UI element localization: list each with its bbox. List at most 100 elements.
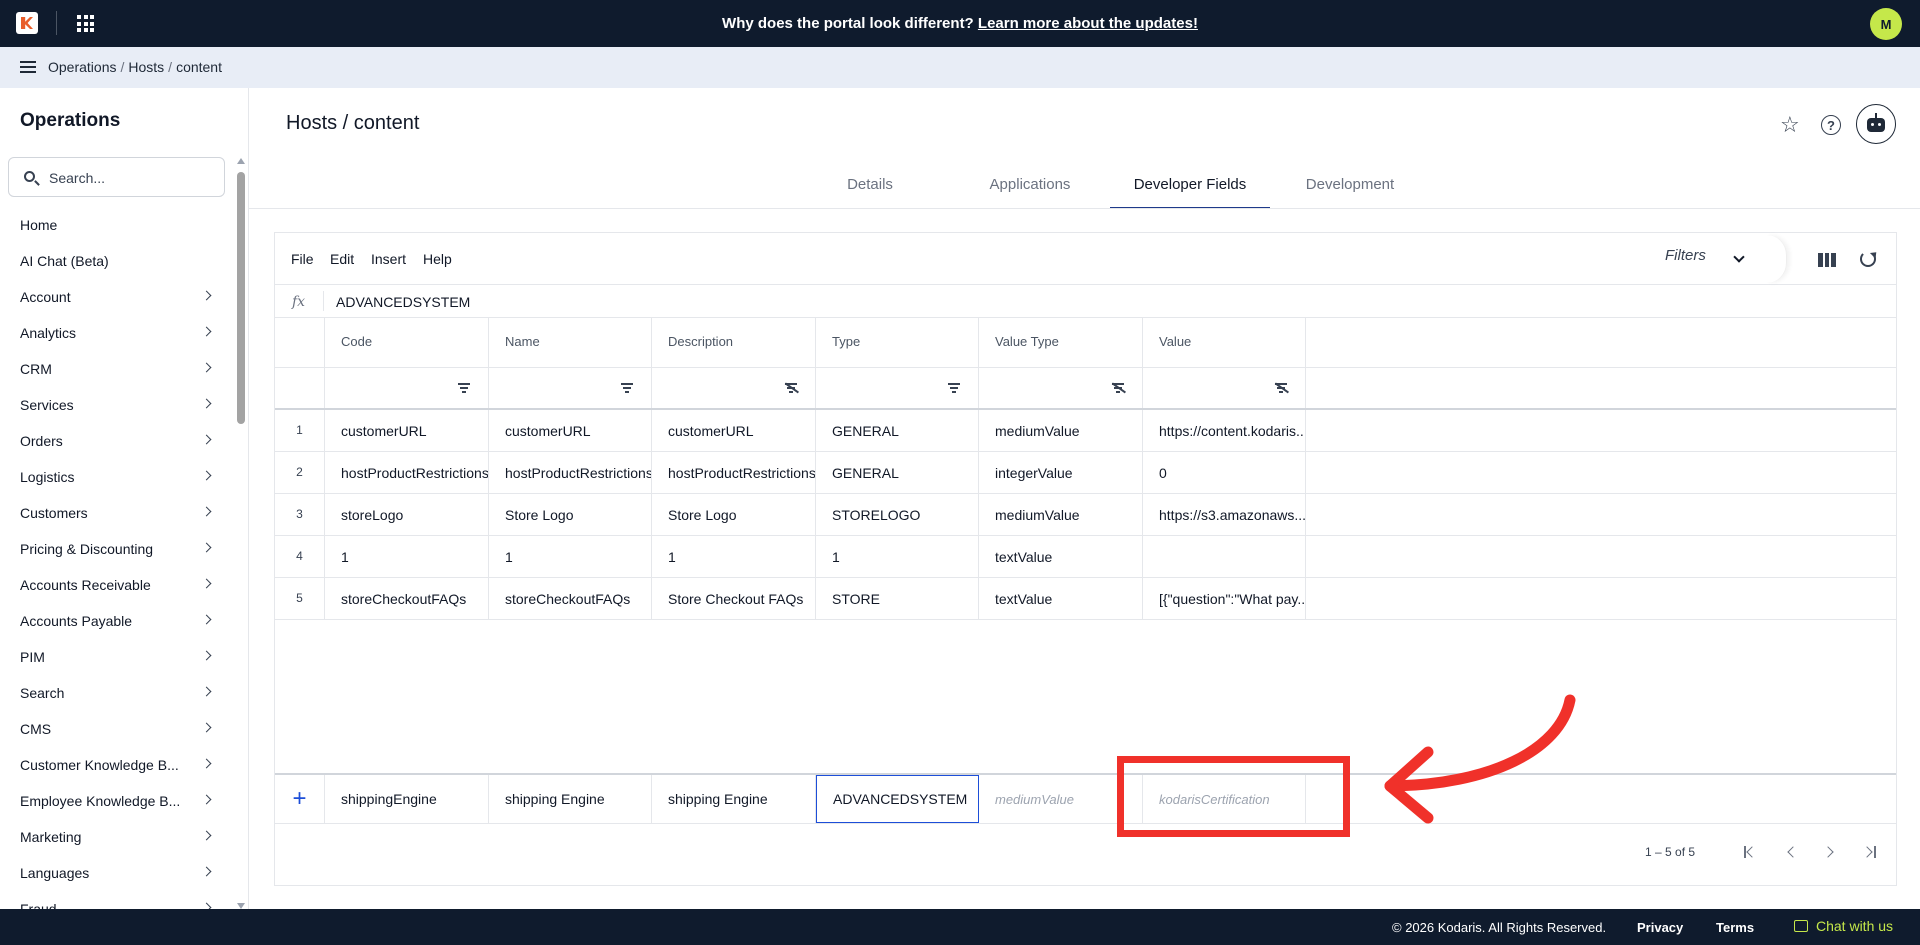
column-header-value-type[interactable]: Value Type xyxy=(979,318,1143,367)
sidebar-item-home[interactable]: Home xyxy=(0,207,232,243)
menu-help[interactable]: Help xyxy=(423,251,452,267)
cell-value-type[interactable]: mediumValue xyxy=(979,410,1143,451)
column-header-name[interactable]: Name xyxy=(489,318,652,367)
scroll-up-icon[interactable] xyxy=(237,158,245,164)
sidebar-item-services[interactable]: Services xyxy=(0,387,232,423)
privacy-link[interactable]: Privacy xyxy=(1637,920,1683,935)
menu-icon[interactable] xyxy=(20,61,36,73)
help-icon[interactable]: ? xyxy=(1821,115,1841,135)
column-header-description[interactable]: Description xyxy=(652,318,816,367)
table-row[interactable]: 2 hostProductRestrictions hostProductRestr… xyxy=(275,452,1896,494)
column-filter-value-type[interactable] xyxy=(979,368,1143,408)
breadcrumb-operations[interactable]: Operations xyxy=(48,59,116,75)
column-filter-code[interactable] xyxy=(325,368,489,408)
cell-description[interactable]: Store Checkout FAQs xyxy=(652,578,816,619)
new-type-input[interactable]: ADVANCEDSYSTEM xyxy=(816,775,979,823)
cell-type[interactable]: 1 xyxy=(816,536,979,577)
scroll-thumb[interactable] xyxy=(237,172,245,424)
cell-description[interactable]: Store Logo xyxy=(652,494,816,535)
tab-development[interactable]: Development xyxy=(1270,168,1430,209)
table-row[interactable]: 5 storeCheckoutFAQs storeCheckoutFAQs Store… xyxy=(275,578,1896,620)
previous-page-icon[interactable] xyxy=(1785,845,1799,859)
column-header-type[interactable]: Type xyxy=(816,318,979,367)
column-filter-description[interactable] xyxy=(652,368,816,408)
breadcrumb-hosts[interactable]: Hosts xyxy=(128,59,164,75)
cell-code[interactable]: hostProductRestrictions xyxy=(325,452,489,493)
first-page-icon[interactable] xyxy=(1743,845,1758,859)
menu-file[interactable]: File xyxy=(291,251,314,267)
sidebar-item-customer-knowledge-b[interactable]: Customer Knowledge B... xyxy=(0,747,232,783)
last-page-icon[interactable] xyxy=(1861,845,1877,859)
column-header-value[interactable]: Value xyxy=(1143,318,1306,367)
sidebar-item-ai-chat-beta[interactable]: AI Chat (Beta) xyxy=(0,243,232,279)
announcement-link[interactable]: Learn more about the updates! xyxy=(978,15,1198,32)
cell-description[interactable]: 1 xyxy=(652,536,816,577)
column-filter-value[interactable] xyxy=(1143,368,1306,408)
add-row-icon[interactable]: + xyxy=(275,775,325,823)
cell-value-type[interactable]: textValue xyxy=(979,536,1143,577)
cell-code[interactable]: storeLogo xyxy=(325,494,489,535)
tab-applications[interactable]: Applications xyxy=(950,168,1110,209)
cell-code[interactable]: customerURL xyxy=(325,410,489,451)
table-row[interactable]: 3 storeLogo Store Logo Store Logo STORELOGO m… xyxy=(275,494,1896,536)
cell-value[interactable]: https://s3.amazonaws.... xyxy=(1143,494,1306,535)
cell-value[interactable]: [{"question":"What pay... xyxy=(1143,578,1306,619)
cell-name[interactable]: storeCheckoutFAQs xyxy=(489,578,652,619)
ai-assistant-button[interactable] xyxy=(1856,104,1896,144)
sidebar-item-customers[interactable]: Customers xyxy=(0,495,232,531)
table-row[interactable]: 1 customerURL customerURL customerURL GENERA… xyxy=(275,410,1896,452)
cell-value[interactable]: 0 xyxy=(1143,452,1306,493)
tab-details[interactable]: Details xyxy=(790,168,950,209)
sidebar-item-search[interactable]: Search xyxy=(0,675,232,711)
cell-value-type[interactable]: integerValue xyxy=(979,452,1143,493)
search-input[interactable] xyxy=(49,167,219,189)
column-header-code[interactable]: Code xyxy=(325,318,489,367)
columns-icon[interactable] xyxy=(1818,253,1837,267)
sidebar-item-logistics[interactable]: Logistics xyxy=(0,459,232,495)
refresh-icon[interactable] xyxy=(1860,251,1876,267)
sidebar-item-pim[interactable]: PIM xyxy=(0,639,232,675)
new-description-cell[interactable]: shipping Engine xyxy=(652,775,816,823)
new-name-cell[interactable]: shipping Engine xyxy=(489,775,652,823)
sidebar-item-languages[interactable]: Languages xyxy=(0,855,232,891)
terms-link[interactable]: Terms xyxy=(1716,920,1754,935)
filters-dropdown[interactable]: Filters xyxy=(1665,247,1757,273)
sidebar-search[interactable] xyxy=(8,157,225,197)
cell-value[interactable] xyxy=(1143,536,1306,577)
sidebar-item-account[interactable]: Account xyxy=(0,279,232,315)
sidebar-item-employee-knowledge-b[interactable]: Employee Knowledge B... xyxy=(0,783,232,819)
chat-button[interactable]: Chat with us xyxy=(1794,918,1893,934)
cell-name[interactable]: Store Logo xyxy=(489,494,652,535)
formula-value[interactable]: ADVANCEDSYSTEM xyxy=(336,294,470,310)
cell-description[interactable]: customerURL xyxy=(652,410,816,451)
star-icon[interactable]: ☆ xyxy=(1780,114,1800,136)
sidebar-item-marketing[interactable]: Marketing xyxy=(0,819,232,855)
table-row[interactable]: 4 1 1 1 1 textValue xyxy=(275,536,1896,578)
next-page-icon[interactable] xyxy=(1822,845,1837,859)
cell-type[interactable]: GENERAL xyxy=(816,410,979,451)
column-filter-name[interactable] xyxy=(489,368,652,408)
sidebar-item-cms[interactable]: CMS xyxy=(0,711,232,747)
filter-off-icon[interactable] xyxy=(1112,382,1126,393)
cell-value-type[interactable]: mediumValue xyxy=(979,494,1143,535)
filter-icon[interactable] xyxy=(458,383,470,393)
menu-insert[interactable]: Insert xyxy=(371,251,406,267)
menu-edit[interactable]: Edit xyxy=(330,251,354,267)
cell-name[interactable]: hostProductRestrictions xyxy=(489,452,652,493)
tab-developer-fields[interactable]: Developer Fields xyxy=(1110,168,1270,209)
sidebar-item-accounts-payable[interactable]: Accounts Payable xyxy=(0,603,232,639)
cell-name[interactable]: customerURL xyxy=(489,410,652,451)
cell-value-type[interactable]: textValue xyxy=(979,578,1143,619)
sidebar-item-fraud[interactable]: Fraud xyxy=(0,891,232,909)
cell-type[interactable]: STORE xyxy=(816,578,979,619)
sidebar-item-pricing-discounting[interactable]: Pricing & Discounting xyxy=(0,531,232,567)
sidebar-item-orders[interactable]: Orders xyxy=(0,423,232,459)
cell-code[interactable]: storeCheckoutFAQs xyxy=(325,578,489,619)
cell-description[interactable]: hostProductRestrictions xyxy=(652,452,816,493)
sidebar-item-analytics[interactable]: Analytics xyxy=(0,315,232,351)
cell-type[interactable]: GENERAL xyxy=(816,452,979,493)
cell-value[interactable]: https://content.kodaris.... xyxy=(1143,410,1306,451)
cell-type[interactable]: STORELOGO xyxy=(816,494,979,535)
sidebar-item-crm[interactable]: CRM xyxy=(0,351,232,387)
cell-code[interactable]: 1 xyxy=(325,536,489,577)
